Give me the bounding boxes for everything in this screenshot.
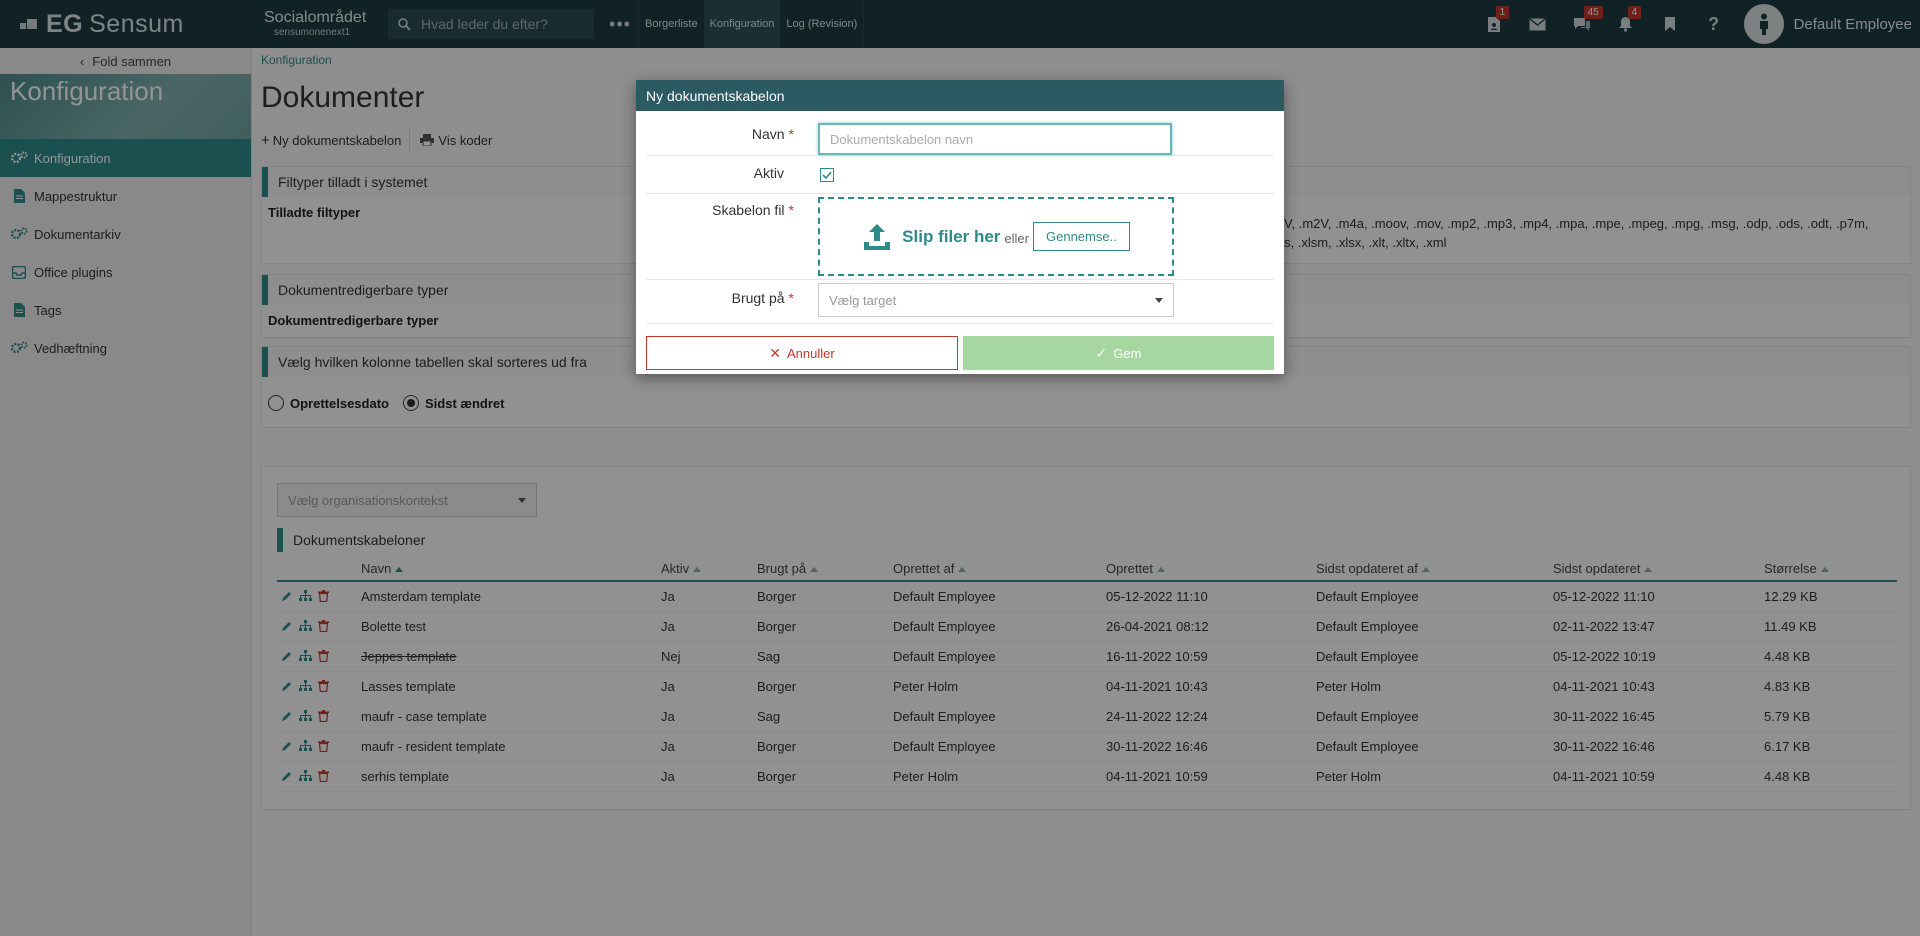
file-row: Skabelon fil * Slip filer her eller Genne…	[646, 194, 1274, 280]
active-checkbox[interactable]	[820, 168, 834, 182]
drop-text: Slip filer her	[902, 226, 1001, 246]
new-template-dialog: Ny dokumentskabelon Navn* Aktiv Skabelon…	[636, 80, 1284, 374]
check-icon: ✓	[1095, 344, 1108, 361]
active-label: Aktiv	[753, 165, 784, 181]
target-select[interactable]: Vælg target	[818, 283, 1174, 317]
template-name-input[interactable]	[818, 123, 1172, 155]
active-row: Aktiv	[646, 156, 1274, 194]
save-button[interactable]: ✓ Gem	[963, 336, 1274, 370]
checkmark-icon	[822, 171, 832, 179]
required-marker: *	[788, 290, 794, 306]
caret-down-icon	[1155, 298, 1163, 303]
required-marker: *	[788, 126, 794, 142]
file-dropzone[interactable]: Slip filer her eller Gennemse..	[818, 197, 1174, 276]
dialog-title: Ny dokumentskabelon	[636, 80, 1284, 111]
close-icon: ✕	[769, 344, 782, 361]
name-label: Navn	[751, 126, 785, 142]
or-text: eller	[1004, 230, 1029, 246]
used-on-label: Brugt på	[731, 290, 785, 306]
used-on-row: Brugt på * Vælg target	[646, 280, 1274, 324]
browse-button[interactable]: Gennemse..	[1033, 222, 1130, 251]
cancel-button[interactable]: ✕ Annuller	[646, 336, 958, 370]
required-marker: *	[788, 202, 794, 218]
upload-icon	[864, 223, 891, 250]
name-row: Navn *	[646, 118, 1274, 156]
file-label: Skabelon fil	[712, 202, 785, 218]
